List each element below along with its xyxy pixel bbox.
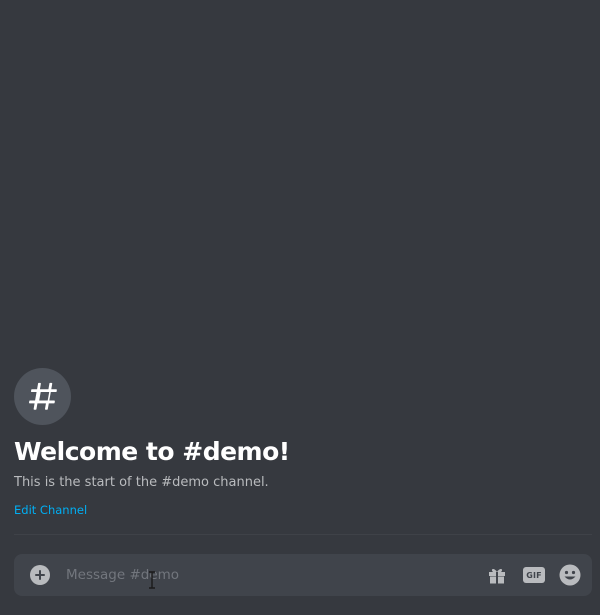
message-composer: GIF [14, 554, 592, 596]
channel-icon-circle [14, 368, 71, 425]
text-cursor-icon [149, 571, 155, 589]
emoji-button[interactable] [559, 564, 581, 586]
message-divider [14, 534, 592, 535]
gift-button[interactable] [486, 564, 508, 586]
gif-icon: GIF [523, 567, 545, 583]
smiley-icon [559, 564, 581, 586]
hashtag-icon [28, 382, 57, 410]
message-list: Welcome to #demo! This is the start of t… [0, 0, 600, 535]
welcome-title: Welcome to #demo! [14, 437, 290, 466]
channel-view: Welcome to #demo! This is the start of t… [0, 0, 600, 615]
plus-circle-icon [30, 565, 50, 585]
message-input[interactable] [66, 554, 466, 596]
channel-welcome: Welcome to #demo! This is the start of t… [14, 368, 290, 518]
attach-button[interactable] [30, 565, 50, 585]
gift-icon [489, 568, 505, 584]
edit-channel-link[interactable]: Edit Channel [14, 503, 87, 517]
gif-button[interactable]: GIF [522, 565, 546, 585]
welcome-subtitle: This is the start of the #demo channel. [14, 475, 269, 490]
